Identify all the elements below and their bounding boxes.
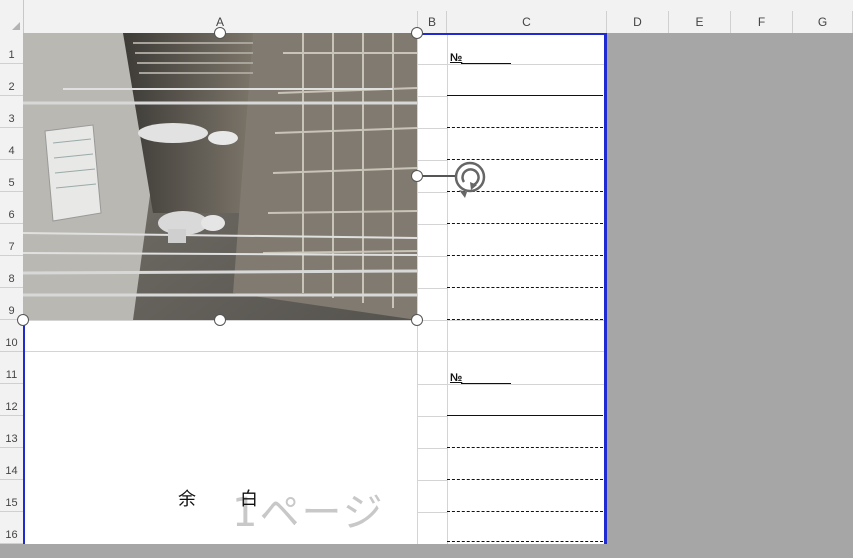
gridline: [417, 288, 447, 289]
select-all-icon: [12, 22, 20, 30]
inserted-photo[interactable]: [23, 33, 417, 320]
row-header-1[interactable]: 1: [0, 33, 23, 64]
number-underline: [461, 383, 511, 384]
row-header-14[interactable]: 14: [0, 448, 23, 480]
row-header-6[interactable]: 6: [0, 192, 23, 224]
form-dashed-line: [447, 127, 603, 128]
column-header-c[interactable]: C: [447, 11, 607, 33]
form-dashed-line: [447, 511, 603, 512]
form-dashed-line: [447, 447, 603, 448]
gridline: [417, 192, 447, 193]
row-header-13[interactable]: 13: [0, 416, 23, 448]
gridline: [417, 64, 607, 65]
number-underline: [461, 63, 511, 64]
resize-handle-top-right[interactable]: [411, 27, 423, 39]
gridline: [417, 160, 447, 161]
outside-print-area: [607, 33, 853, 544]
gridline: [417, 480, 447, 481]
gridline: [417, 448, 447, 449]
column-header-f[interactable]: F: [731, 11, 793, 33]
column-header-row: A B C D E F G: [0, 0, 853, 34]
row-header-16[interactable]: 16: [0, 512, 23, 544]
form-dashed-line: [447, 479, 603, 480]
form-solid-line: [447, 95, 603, 96]
gridline: [417, 416, 447, 417]
select-all-corner[interactable]: [0, 0, 24, 33]
resize-handle-bottom-right[interactable]: [411, 314, 423, 326]
row-header-3[interactable]: 3: [0, 96, 23, 128]
row-header-2[interactable]: 2: [0, 64, 23, 96]
rotation-connector: [423, 175, 455, 177]
gridline: [417, 384, 607, 385]
column-header-d[interactable]: D: [607, 11, 669, 33]
gridline: [23, 320, 607, 321]
row-header-4[interactable]: 4: [0, 128, 23, 160]
resize-handle-bottom-left[interactable]: [17, 314, 29, 326]
gridline: [23, 351, 607, 352]
margin-text-char1: 余: [178, 489, 196, 510]
column-header-g[interactable]: G: [793, 11, 853, 33]
gridline: [417, 96, 447, 97]
row-header-7[interactable]: 7: [0, 224, 23, 256]
gridline: [417, 224, 447, 225]
form-dashed-line: [447, 541, 603, 542]
row-header-5[interactable]: 5: [0, 160, 23, 192]
print-area-border-right: [604, 33, 607, 544]
resize-handle-right[interactable]: [411, 170, 423, 182]
photo-icon: [23, 33, 417, 320]
row-header-11[interactable]: 11: [0, 352, 23, 384]
resize-handle-bottom[interactable]: [214, 314, 226, 326]
row-header-column: 1 2 3 4 5 6 7 8 9 10 11 12 13 14 15 16: [0, 33, 24, 544]
print-area-border-top: [417, 33, 607, 35]
rotate-handle-icon[interactable]: [453, 160, 489, 200]
form-dashed-line: [447, 287, 603, 288]
gridline: [417, 128, 447, 129]
form-dashed-line: [447, 255, 603, 256]
margin-text-char2: 白: [240, 489, 258, 510]
gridline: [417, 512, 447, 513]
gridline: [447, 33, 448, 544]
form-dashed-line: [447, 223, 603, 224]
row-header-15[interactable]: 15: [0, 480, 23, 512]
form-dashed-line: [447, 319, 603, 320]
gridline: [417, 256, 447, 257]
row-header-8[interactable]: 8: [0, 256, 23, 288]
resize-handle-top[interactable]: [214, 27, 226, 39]
row-header-12[interactable]: 12: [0, 384, 23, 416]
column-header-e[interactable]: E: [669, 11, 731, 33]
form-solid-line: [447, 415, 603, 416]
